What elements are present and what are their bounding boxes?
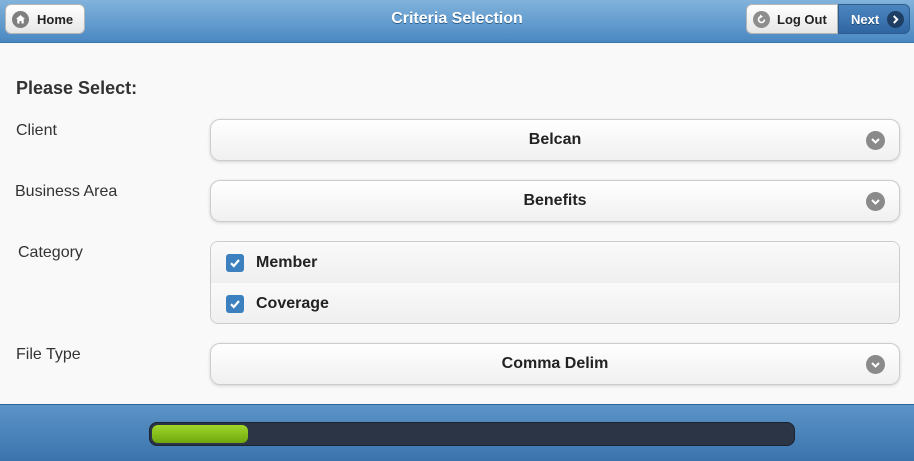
business-area-label: Business Area	[15, 183, 118, 200]
category-checkbox-group: Member Coverage	[210, 241, 900, 324]
file-type-select[interactable]: Comma Delim	[210, 343, 900, 385]
category-option-coverage[interactable]: Coverage	[211, 283, 899, 323]
check-icon[interactable]	[226, 294, 244, 313]
home-button-label: Home	[37, 11, 74, 27]
chevron-right-icon	[887, 10, 905, 28]
file-type-label: File Type	[16, 346, 81, 363]
chevron-down-icon	[866, 131, 885, 150]
chevron-down-icon	[866, 355, 885, 374]
client-select[interactable]: Belcan	[210, 119, 900, 161]
logout-button[interactable]: Log Out	[746, 4, 838, 34]
category-option-member[interactable]: Member	[211, 242, 899, 284]
business-area-select[interactable]: Benefits	[210, 180, 900, 222]
home-button[interactable]: Home	[5, 4, 85, 34]
progress-fill	[152, 425, 248, 443]
chevron-down-icon	[866, 192, 885, 211]
section-heading: Please Select:	[16, 78, 138, 98]
logout-button-label: Log Out	[777, 11, 827, 27]
business-area-select-value: Benefits	[523, 192, 587, 209]
footer-bar	[0, 404, 914, 461]
category-option-label: Member	[256, 253, 318, 271]
header-bar: Criteria Selection Home Log Out Next	[0, 0, 914, 43]
file-type-select-value: Comma Delim	[501, 355, 609, 372]
category-label: Category	[18, 244, 83, 261]
next-button[interactable]: Next	[838, 4, 910, 34]
progress-bar	[149, 422, 795, 446]
client-select-value: Belcan	[528, 131, 582, 148]
check-icon[interactable]	[226, 253, 244, 272]
category-option-label: Coverage	[256, 294, 329, 312]
next-button-label: Next	[851, 11, 880, 27]
client-label: Client	[16, 122, 57, 139]
logout-icon	[753, 10, 770, 28]
home-icon	[12, 10, 29, 28]
